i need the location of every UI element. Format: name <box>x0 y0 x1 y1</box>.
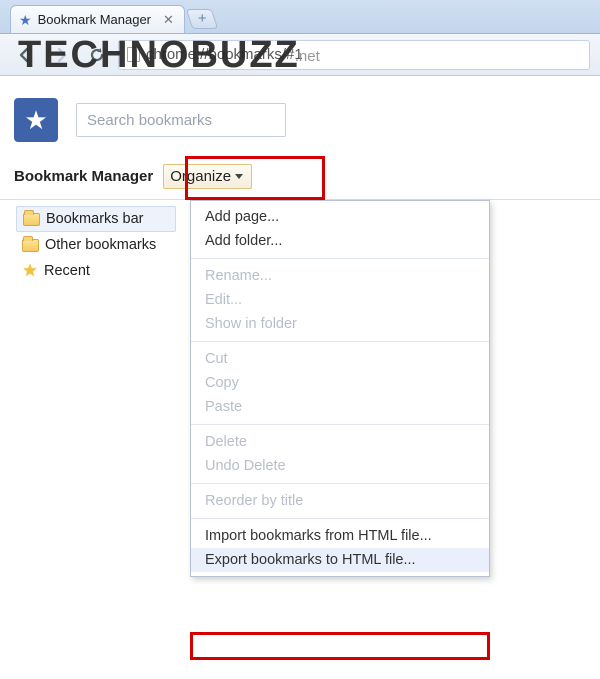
menu-separator <box>191 258 489 259</box>
menu-rename: Rename... <box>191 264 489 288</box>
reload-button[interactable] <box>82 40 112 70</box>
sidebar-item-label: Bookmarks bar <box>46 211 144 227</box>
page-title: Bookmark Manager <box>14 168 153 185</box>
tab-title: Bookmark Manager <box>38 12 151 27</box>
highlight-export <box>190 632 490 660</box>
menu-edit: Edit... <box>191 288 489 312</box>
tab-strip: ★ Bookmark Manager ✕ <box>0 0 600 34</box>
menu-reorder-by-title: Reorder by title <box>191 489 489 513</box>
menu-import-html[interactable]: Import bookmarks from HTML file... <box>191 524 489 548</box>
menu-show-in-folder: Show in folder <box>191 312 489 336</box>
menu-separator <box>191 424 489 425</box>
menu-separator <box>191 483 489 484</box>
folder-icon <box>23 213 40 226</box>
top-search-row: ★ Search bookmarks <box>0 76 600 156</box>
page-icon <box>127 47 140 62</box>
folder-icon <box>22 239 39 252</box>
sidebar-item-label: Recent <box>44 263 90 279</box>
close-icon[interactable]: ✕ <box>163 12 174 28</box>
sidebar-item-label: Other bookmarks <box>45 237 156 253</box>
organize-menu: Add page... Add folder... Rename... Edit… <box>190 200 490 577</box>
header-row: Bookmark Manager Organize <box>0 156 600 200</box>
bookmarks-logo-icon: ★ <box>14 98 58 142</box>
menu-paste: Paste <box>191 395 489 419</box>
organize-label: Organize <box>170 168 231 185</box>
sidebar-item-other-bookmarks[interactable]: Other bookmarks <box>16 232 176 258</box>
menu-separator <box>191 341 489 342</box>
menu-copy: Copy <box>191 371 489 395</box>
menu-add-folder[interactable]: Add folder... <box>191 229 489 253</box>
menu-export-html[interactable]: Export bookmarks to HTML file... <box>191 548 489 572</box>
star-icon: ★ <box>22 263 38 279</box>
sidebar-item-recent[interactable]: ★ Recent <box>16 258 176 284</box>
menu-separator <box>191 518 489 519</box>
chevron-down-icon <box>235 174 243 179</box>
navigation-bar: chrome://bookmarks/#1 <box>0 34 600 76</box>
search-input[interactable]: Search bookmarks <box>76 103 286 137</box>
url-text: chrome://bookmarks/#1 <box>146 46 303 63</box>
page-body: ★ Search bookmarks Bookmark Manager Orga… <box>0 76 600 679</box>
sidebar-item-bookmarks-bar[interactable]: Bookmarks bar <box>16 206 176 232</box>
organize-menu-button[interactable]: Organize <box>163 164 252 189</box>
content-area: Bookmarks bar Other bookmarks ★ Recent A… <box>0 200 600 679</box>
forward-button[interactable] <box>46 40 76 70</box>
menu-delete: Delete <box>191 430 489 454</box>
menu-add-page[interactable]: Add page... <box>191 205 489 229</box>
address-bar[interactable]: chrome://bookmarks/#1 <box>118 40 590 70</box>
browser-tab[interactable]: ★ Bookmark Manager ✕ <box>10 5 185 33</box>
back-button[interactable] <box>10 40 40 70</box>
sidebar: Bookmarks bar Other bookmarks ★ Recent <box>0 200 176 679</box>
star-icon: ★ <box>19 13 32 27</box>
menu-cut: Cut <box>191 347 489 371</box>
menu-undo-delete: Undo Delete <box>191 454 489 478</box>
new-tab-button[interactable] <box>186 9 218 29</box>
